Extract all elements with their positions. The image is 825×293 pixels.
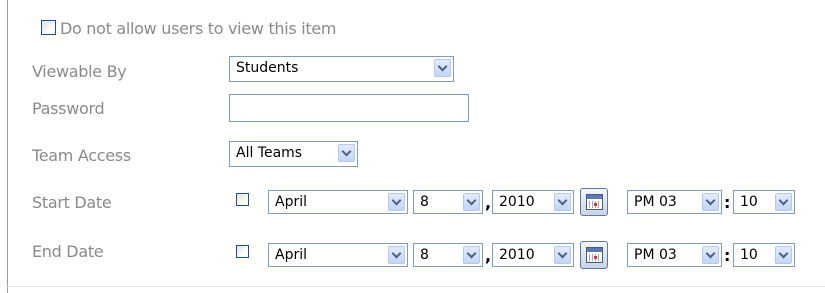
start-date-minute-select[interactable]: 10 <box>733 190 795 214</box>
end-date-month-value: April <box>275 247 307 263</box>
start-date-day-value: 8 <box>420 194 429 210</box>
start-date-year-select[interactable]: 2010 <box>492 190 574 214</box>
panel-bottom-border <box>7 286 825 287</box>
password-label: Password <box>32 99 105 118</box>
chevron-down-icon <box>338 144 355 162</box>
calendar-icon <box>586 194 603 210</box>
calendar-icon <box>586 247 603 263</box>
time-colon: : <box>724 193 731 212</box>
end-date-year-select[interactable]: 2010 <box>492 243 574 267</box>
chevron-down-icon <box>702 193 719 211</box>
chevron-down-icon <box>702 246 719 264</box>
start-date-calendar-button[interactable] <box>580 188 608 216</box>
end-date-enable-checkbox[interactable] <box>236 245 249 258</box>
chevron-down-icon <box>775 193 792 211</box>
chevron-down-icon <box>463 193 480 211</box>
start-date-month-select[interactable]: April <box>268 190 408 214</box>
date-comma: , <box>485 246 492 265</box>
end-date-label: End Date <box>32 242 104 261</box>
start-date-minute-value: 10 <box>740 194 758 210</box>
start-date-hour-select[interactable]: PM 03 <box>627 190 722 214</box>
do-not-allow-checkbox[interactable] <box>41 20 56 35</box>
end-date-minute-value: 10 <box>740 247 758 263</box>
panel-left-border <box>7 0 8 293</box>
team-access-select[interactable]: All Teams <box>229 141 358 167</box>
viewable-by-label: Viewable By <box>32 62 127 81</box>
chevron-down-icon <box>554 246 571 264</box>
password-field[interactable] <box>229 94 469 122</box>
chevron-down-icon <box>554 193 571 211</box>
viewable-by-value: Students <box>236 60 299 76</box>
end-date-hour-value: PM 03 <box>634 247 677 263</box>
start-date-label: Start Date <box>32 193 112 212</box>
chevron-down-icon <box>388 246 405 264</box>
team-access-label: Team Access <box>32 146 131 165</box>
end-date-minute-select[interactable]: 10 <box>733 243 795 267</box>
end-date-month-select[interactable]: April <box>268 243 408 267</box>
start-date-year-value: 2010 <box>499 194 535 210</box>
start-date-hour-value: PM 03 <box>634 194 677 210</box>
end-date-hour-select[interactable]: PM 03 <box>627 243 722 267</box>
end-date-day-value: 8 <box>420 247 429 263</box>
chevron-down-icon <box>434 59 451 77</box>
chevron-down-icon <box>775 246 792 264</box>
chevron-down-icon <box>388 193 405 211</box>
start-date-enable-checkbox[interactable] <box>236 193 249 206</box>
start-date-month-value: April <box>275 194 307 210</box>
start-date-day-select[interactable]: 8 <box>413 190 483 214</box>
end-date-calendar-button[interactable] <box>580 241 608 269</box>
do-not-allow-label: Do not allow users to view this item <box>60 19 337 38</box>
date-comma: , <box>485 193 492 212</box>
time-colon: : <box>724 246 731 265</box>
end-date-day-select[interactable]: 8 <box>413 243 483 267</box>
viewable-by-select[interactable]: Students <box>229 56 454 82</box>
end-date-year-value: 2010 <box>499 247 535 263</box>
chevron-down-icon <box>463 246 480 264</box>
team-access-value: All Teams <box>236 145 303 161</box>
